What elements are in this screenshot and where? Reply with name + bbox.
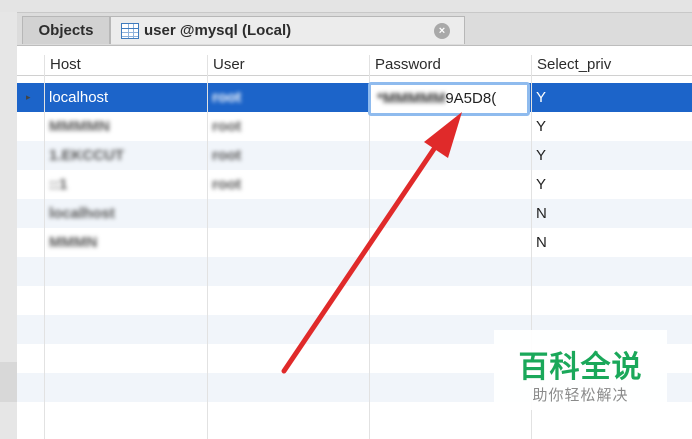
arrow-shaft (281, 137, 443, 374)
watermark-title: 百科全说 (518, 351, 643, 384)
watermark-subtitle: 助你轻松解决 (532, 387, 629, 404)
watermark: 百科全说 助你轻松解决 (494, 330, 667, 410)
